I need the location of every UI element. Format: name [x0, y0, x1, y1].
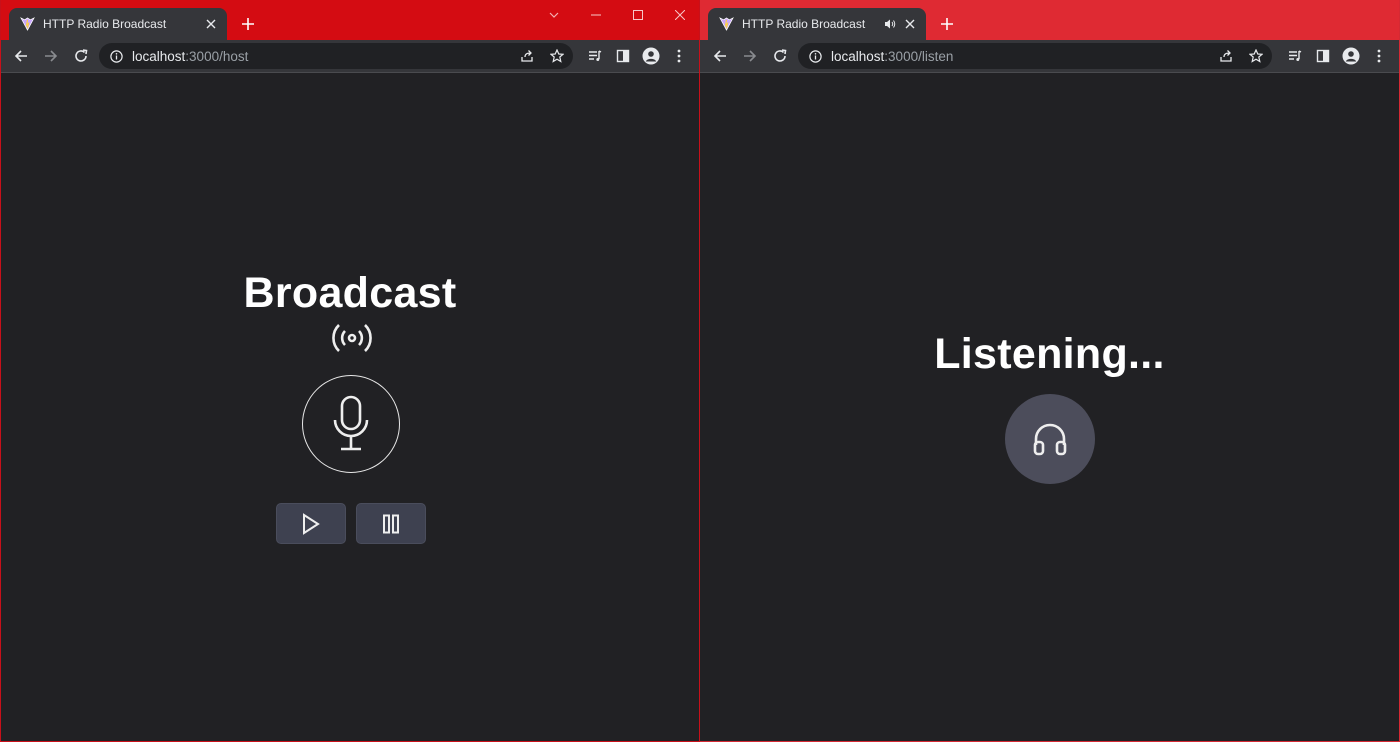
browser-tab[interactable]: HTTP Radio Broadcast — [9, 8, 227, 40]
address-bar[interactable]: localhost:3000/listen — [798, 43, 1272, 69]
tab-title: HTTP Radio Broadcast — [742, 17, 866, 31]
toolbar-actions — [581, 42, 693, 70]
share-icon[interactable] — [517, 46, 537, 66]
close-tab-icon[interactable] — [902, 16, 918, 32]
omnibox-actions — [507, 46, 567, 66]
pause-icon — [383, 514, 399, 533]
microphone-button[interactable] — [302, 375, 400, 473]
browser-window-listen: HTTP Radio Broadcast localhost:3000/list — [700, 0, 1400, 742]
url-host: localhost — [831, 48, 885, 64]
speaker-icon[interactable] — [882, 16, 898, 32]
new-tab-button[interactable] — [237, 13, 259, 35]
bookmark-star-icon[interactable] — [547, 46, 567, 66]
headphones-icon — [1033, 423, 1067, 456]
url-path: :3000/listen — [884, 48, 954, 64]
new-tab-button[interactable] — [936, 13, 958, 35]
back-arrow-icon[interactable] — [706, 42, 734, 70]
bookmark-star-icon[interactable] — [1246, 46, 1266, 66]
microphone-icon — [333, 395, 369, 451]
back-arrow-icon[interactable] — [7, 42, 35, 70]
headphones-button[interactable] — [1005, 394, 1095, 484]
tab-search-icon[interactable] — [533, 0, 575, 30]
page-content: Listening... — [700, 73, 1399, 741]
reload-icon[interactable] — [766, 42, 794, 70]
more-menu-icon[interactable] — [1365, 42, 1393, 70]
browser-tab[interactable]: HTTP Radio Broadcast — [708, 8, 926, 40]
tab-strip: HTTP Radio Broadcast — [1, 0, 699, 40]
broadcast-signal-icon — [332, 324, 372, 352]
site-info-icon[interactable] — [808, 49, 822, 63]
minimize-icon[interactable] — [575, 0, 617, 30]
toolbar-actions — [1281, 42, 1393, 70]
side-panel-icon[interactable] — [609, 42, 637, 70]
url-text: localhost:3000/listen — [831, 49, 953, 64]
browser-toolbar: localhost:3000/host — [1, 40, 699, 72]
profile-avatar-icon[interactable] — [637, 42, 665, 70]
pause-button[interactable] — [356, 503, 426, 544]
media-queue-icon[interactable] — [581, 42, 609, 70]
play-icon — [303, 512, 320, 535]
reload-icon[interactable] — [67, 42, 95, 70]
share-icon[interactable] — [1216, 46, 1236, 66]
profile-avatar-icon[interactable] — [1337, 42, 1365, 70]
forward-arrow-icon[interactable] — [37, 42, 65, 70]
window-controls — [533, 0, 699, 30]
address-bar[interactable]: localhost:3000/host — [99, 43, 573, 69]
page-content: Broadcast — [1, 73, 699, 741]
url-host: localhost — [132, 48, 186, 64]
browser-toolbar: localhost:3000/listen — [700, 40, 1399, 72]
page-title: Broadcast — [243, 269, 457, 317]
url-path: :3000/host — [185, 48, 249, 64]
close-tab-icon[interactable] — [203, 16, 219, 32]
vite-logo-icon — [19, 16, 35, 32]
url-text: localhost:3000/host — [132, 49, 248, 64]
more-menu-icon[interactable] — [665, 42, 693, 70]
page-title: Listening... — [934, 330, 1165, 378]
site-info-icon[interactable] — [109, 49, 123, 63]
forward-arrow-icon[interactable] — [736, 42, 764, 70]
tab-title: HTTP Radio Broadcast — [43, 17, 167, 31]
browser-window-host: HTTP Radio Broadcast localhost:3000/host… — [0, 0, 700, 742]
vite-logo-icon — [718, 16, 734, 32]
play-button[interactable] — [276, 503, 346, 544]
tab-strip: HTTP Radio Broadcast — [700, 0, 1399, 40]
side-panel-icon[interactable] — [1309, 42, 1337, 70]
omnibox-actions — [1206, 46, 1266, 66]
close-window-icon[interactable] — [659, 0, 699, 30]
maximize-icon[interactable] — [617, 0, 659, 30]
media-queue-icon[interactable] — [1281, 42, 1309, 70]
